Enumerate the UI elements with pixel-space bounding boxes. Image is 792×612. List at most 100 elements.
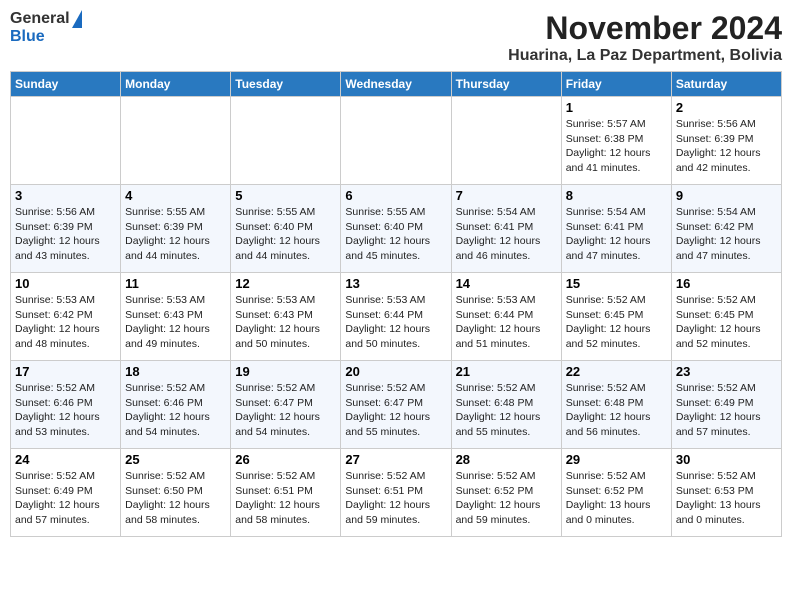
cell-info: Sunrise: 5:52 AMSunset: 6:52 PMDaylight:… — [566, 469, 667, 528]
calendar-cell — [341, 97, 451, 185]
cell-info: Sunrise: 5:55 AMSunset: 6:40 PMDaylight:… — [235, 205, 336, 264]
calendar-cell: 1Sunrise: 5:57 AMSunset: 6:38 PMDaylight… — [561, 97, 671, 185]
calendar-cell — [11, 97, 121, 185]
day-number: 22 — [566, 364, 667, 379]
calendar-cell: 18 Sunrise: 5:52 AMSunset: 6:46 PMDayligh… — [121, 361, 231, 449]
day-number: 8 — [566, 188, 667, 203]
logo: General Blue — [10, 10, 82, 46]
calendar-cell: 10Sunrise: 5:53 AMSunset: 6:42 PMDayligh… — [11, 273, 121, 361]
weekday-header-tuesday: Tuesday — [231, 72, 341, 97]
day-number: 23 — [676, 364, 777, 379]
calendar-cell: 12 Sunrise: 5:53 AMSunset: 6:43 PMDayligh… — [231, 273, 341, 361]
calendar-cell: 30 Sunrise: 5:52 AMSunset: 6:53 PMDayligh… — [671, 449, 781, 537]
calendar-cell: 5 Sunrise: 5:55 AMSunset: 6:40 PMDaylight… — [231, 185, 341, 273]
day-number: 17 — [15, 364, 116, 379]
weekday-header-saturday: Saturday — [671, 72, 781, 97]
calendar-cell: 25 Sunrise: 5:52 AMSunset: 6:50 PMDayligh… — [121, 449, 231, 537]
calendar-cell: 14 Sunrise: 5:53 AMSunset: 6:44 PMDayligh… — [451, 273, 561, 361]
calendar-cell: 8 Sunrise: 5:54 AMSunset: 6:41 PMDaylight… — [561, 185, 671, 273]
cell-info: Sunrise: 5:52 AMSunset: 6:47 PMDaylight:… — [345, 381, 446, 440]
calendar-week-row: 17 Sunrise: 5:52 AMSunset: 6:46 PMDayligh… — [11, 361, 782, 449]
calendar-cell: 6 Sunrise: 5:55 AMSunset: 6:40 PMDaylight… — [341, 185, 451, 273]
calendar-cell: 4Sunrise: 5:55 AMSunset: 6:39 PMDaylight… — [121, 185, 231, 273]
day-number: 7 — [456, 188, 557, 203]
month-title: November 2024 — [508, 10, 782, 47]
day-number: 2 — [676, 100, 777, 115]
day-number: 11 — [125, 276, 226, 291]
weekday-header-sunday: Sunday — [11, 72, 121, 97]
calendar-cell: 15 Sunrise: 5:52 AMSunset: 6:45 PMDayligh… — [561, 273, 671, 361]
calendar-cell: 22 Sunrise: 5:52 AMSunset: 6:48 PMDayligh… — [561, 361, 671, 449]
day-number: 19 — [235, 364, 336, 379]
logo-name: General — [10, 10, 82, 28]
cell-info: Sunrise: 5:52 AMSunset: 6:53 PMDaylight:… — [676, 469, 777, 528]
day-number: 14 — [456, 276, 557, 291]
cell-info: Sunrise: 5:52 AMSunset: 6:48 PMDaylight:… — [566, 381, 667, 440]
cell-info: Sunrise: 5:52 AMSunset: 6:48 PMDaylight:… — [456, 381, 557, 440]
day-number: 27 — [345, 452, 446, 467]
weekday-header-thursday: Thursday — [451, 72, 561, 97]
page-header: General Blue November 2024 Huarina, La P… — [10, 10, 782, 65]
cell-info: Sunrise: 5:52 AMSunset: 6:52 PMDaylight:… — [456, 469, 557, 528]
calendar-week-row: 1Sunrise: 5:57 AMSunset: 6:38 PMDaylight… — [11, 97, 782, 185]
cell-info: Sunrise: 5:53 AMSunset: 6:42 PMDaylight:… — [15, 293, 116, 352]
weekday-header-row: SundayMondayTuesdayWednesdayThursdayFrid… — [11, 72, 782, 97]
day-number: 13 — [345, 276, 446, 291]
cell-info: Sunrise: 5:56 AMSunset: 6:39 PMDaylight:… — [15, 205, 116, 264]
cell-info: Sunrise: 5:53 AMSunset: 6:44 PMDaylight:… — [456, 293, 557, 352]
cell-info: Sunrise: 5:53 AMSunset: 6:43 PMDaylight:… — [235, 293, 336, 352]
cell-info: Sunrise: 5:52 AMSunset: 6:45 PMDaylight:… — [566, 293, 667, 352]
calendar-cell: 26 Sunrise: 5:52 AMSunset: 6:51 PMDayligh… — [231, 449, 341, 537]
day-number: 26 — [235, 452, 336, 467]
day-number: 16 — [676, 276, 777, 291]
cell-info: Sunrise: 5:52 AMSunset: 6:51 PMDaylight:… — [235, 469, 336, 528]
calendar-cell — [121, 97, 231, 185]
calendar-cell: 27 Sunrise: 5:52 AMSunset: 6:51 PMDayligh… — [341, 449, 451, 537]
logo-general: General — [10, 10, 70, 28]
calendar-week-row: 3Sunrise: 5:56 AMSunset: 6:39 PMDaylight… — [11, 185, 782, 273]
calendar-table: SundayMondayTuesdayWednesdayThursdayFrid… — [10, 71, 782, 537]
calendar-week-row: 24Sunrise: 5:52 AMSunset: 6:49 PMDayligh… — [11, 449, 782, 537]
calendar-cell: 7Sunrise: 5:54 AMSunset: 6:41 PMDaylight… — [451, 185, 561, 273]
calendar-cell: 23Sunrise: 5:52 AMSunset: 6:49 PMDayligh… — [671, 361, 781, 449]
cell-info: Sunrise: 5:55 AMSunset: 6:40 PMDaylight:… — [345, 205, 446, 264]
cell-info: Sunrise: 5:54 AMSunset: 6:42 PMDaylight:… — [676, 205, 777, 264]
calendar-cell: 21 Sunrise: 5:52 AMSunset: 6:48 PMDayligh… — [451, 361, 561, 449]
calendar-cell: 20Sunrise: 5:52 AMSunset: 6:47 PMDayligh… — [341, 361, 451, 449]
day-number: 15 — [566, 276, 667, 291]
day-number: 9 — [676, 188, 777, 203]
cell-info: Sunrise: 5:56 AMSunset: 6:39 PMDaylight:… — [676, 117, 777, 176]
calendar-cell: 17Sunrise: 5:52 AMSunset: 6:46 PMDayligh… — [11, 361, 121, 449]
calendar-cell: 3Sunrise: 5:56 AMSunset: 6:39 PMDaylight… — [11, 185, 121, 273]
cell-info: Sunrise: 5:52 AMSunset: 6:50 PMDaylight:… — [125, 469, 226, 528]
day-number: 5 — [235, 188, 336, 203]
cell-info: Sunrise: 5:52 AMSunset: 6:45 PMDaylight:… — [676, 293, 777, 352]
weekday-header-monday: Monday — [121, 72, 231, 97]
location-title: Huarina, La Paz Department, Bolivia — [508, 47, 782, 65]
calendar-cell: 9 Sunrise: 5:54 AMSunset: 6:42 PMDaylight… — [671, 185, 781, 273]
cell-info: Sunrise: 5:52 AMSunset: 6:46 PMDaylight:… — [125, 381, 226, 440]
cell-info: Sunrise: 5:52 AMSunset: 6:47 PMDaylight:… — [235, 381, 336, 440]
cell-info: Sunrise: 5:57 AMSunset: 6:38 PMDaylight:… — [566, 117, 667, 176]
cell-info: Sunrise: 5:53 AMSunset: 6:44 PMDaylight:… — [345, 293, 446, 352]
calendar-cell: 11Sunrise: 5:53 AMSunset: 6:43 PMDayligh… — [121, 273, 231, 361]
weekday-header-wednesday: Wednesday — [341, 72, 451, 97]
weekday-header-friday: Friday — [561, 72, 671, 97]
cell-info: Sunrise: 5:55 AMSunset: 6:39 PMDaylight:… — [125, 205, 226, 264]
calendar-week-row: 10Sunrise: 5:53 AMSunset: 6:42 PMDayligh… — [11, 273, 782, 361]
day-number: 18 — [125, 364, 226, 379]
day-number: 24 — [15, 452, 116, 467]
logo-blue: Blue — [10, 28, 45, 45]
calendar-cell: 19 Sunrise: 5:52 AMSunset: 6:47 PMDayligh… — [231, 361, 341, 449]
cell-info: Sunrise: 5:54 AMSunset: 6:41 PMDaylight:… — [566, 205, 667, 264]
day-number: 28 — [456, 452, 557, 467]
day-number: 29 — [566, 452, 667, 467]
calendar-cell — [231, 97, 341, 185]
cell-info: Sunrise: 5:52 AMSunset: 6:51 PMDaylight:… — [345, 469, 446, 528]
day-number: 25 — [125, 452, 226, 467]
calendar-cell — [451, 97, 561, 185]
day-number: 6 — [345, 188, 446, 203]
day-number: 21 — [456, 364, 557, 379]
day-number: 12 — [235, 276, 336, 291]
day-number: 30 — [676, 452, 777, 467]
